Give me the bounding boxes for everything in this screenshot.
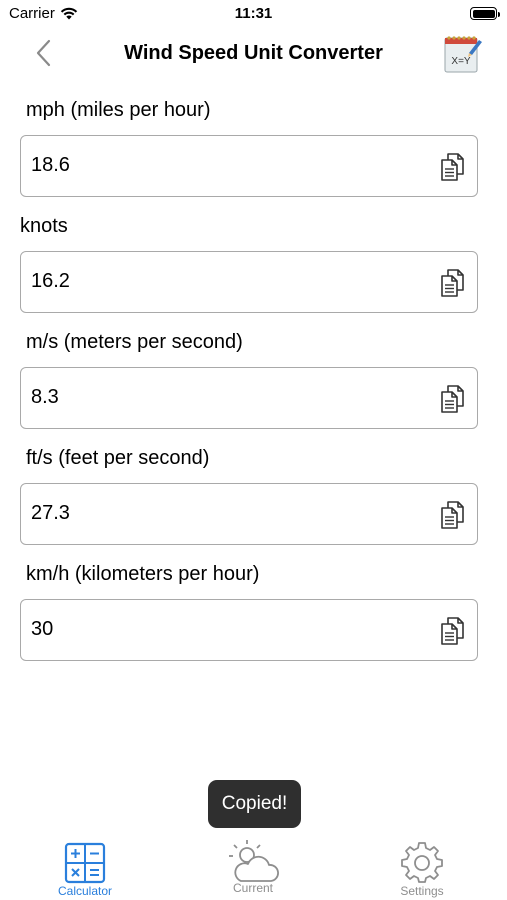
field-group-mph: mph (miles per hour) [20,96,478,198]
field-group-ms: m/s (meters per second) [20,328,478,430]
tab-label-settings: Settings [400,884,444,898]
input-box-fts [20,483,478,545]
field-label-ms: m/s (meters per second) [26,331,243,353]
gear-icon [401,842,443,883]
status-bar: Carrier 11:31 [0,0,507,28]
tab-current[interactable]: Current [193,835,313,900]
ms-input[interactable] [31,368,411,427]
status-time: 11:31 [234,5,273,22]
field-label-knots: knots [20,215,68,237]
copy-icon[interactable] [439,500,467,530]
tab-label-calculator: Calculator [57,884,113,898]
input-box-knots [20,251,478,313]
weather-cloud-sun-icon [229,840,279,882]
input-box-ms [20,367,478,429]
mph-input[interactable] [31,136,411,195]
field-group-kmh: km/h (kilometers per hour) [20,560,478,662]
field-label-kmh: km/h (kilometers per hour) [26,563,260,585]
copy-icon[interactable] [439,616,467,646]
app-icon-text: X=Y [451,56,471,67]
battery-icon [470,7,500,20]
notepad-formula-icon: X=Y [444,36,482,73]
field-label-fts: ft/s (feet per second) [26,447,210,469]
input-box-mph [20,135,478,197]
tab-label-current: Current [232,881,273,895]
kmh-input[interactable] [31,600,411,659]
field-group-fts: ft/s (feet per second) [20,444,478,546]
field-group-knots: knots [20,212,478,314]
tab-calculator[interactable]: Calculator [25,835,145,900]
calculator-icon [64,842,106,884]
copied-toast: Copied! [208,780,301,828]
converter-app-button[interactable]: X=Y [441,33,483,75]
fts-input[interactable] [31,484,411,543]
navigation-bar: Wind Speed Unit Converter X=Y [0,28,507,78]
knots-input[interactable] [31,252,411,311]
field-label-mph: mph (miles per hour) [26,99,211,121]
tab-settings[interactable]: Settings [362,835,482,900]
tab-bar: Calculator Current Settings [0,835,507,900]
page-title: Wind Speed Unit Converter [124,42,383,64]
copy-icon[interactable] [439,384,467,414]
input-box-kmh [20,599,478,661]
copy-icon[interactable] [439,152,467,182]
copy-icon[interactable] [439,268,467,298]
